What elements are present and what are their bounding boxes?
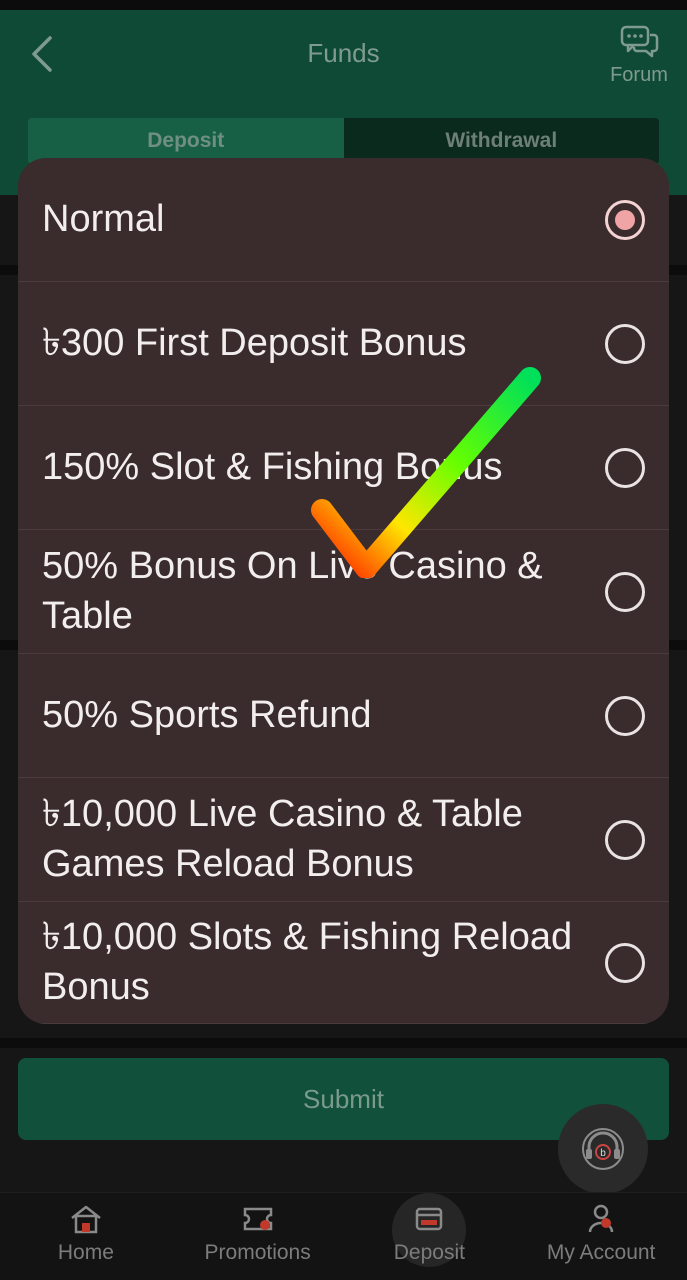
promotion-option-label: Normal: [42, 197, 165, 240]
funds-page: Funds Forum Deposit Withdrawal Submit b …: [0, 0, 687, 1280]
radio-dot: [615, 209, 635, 230]
promotion-option[interactable]: 50% Bonus On Live Casino & Table: [18, 530, 669, 654]
nav-my-account[interactable]: My Account: [515, 1193, 687, 1280]
radio-button[interactable]: [605, 942, 645, 983]
promotion-option[interactable]: ৳10,000 Slots & Fishing Reload Bonus: [18, 902, 669, 1024]
promotion-option-label: 150% Slot & Fishing Bonus: [42, 445, 503, 488]
promotion-option-label: ৳10,000 Live Casino & Table Games Reload…: [42, 793, 523, 885]
radio-button[interactable]: [605, 447, 645, 488]
nav-deposit[interactable]: Deposit: [344, 1193, 516, 1280]
nav-promotions-label: Promotions: [204, 1241, 311, 1264]
user-icon: [588, 1204, 614, 1233]
forum-label: Forum: [610, 64, 668, 86]
home-icon: [71, 1205, 101, 1234]
radio-button-selected[interactable]: [605, 199, 645, 240]
promotion-option[interactable]: ৳10,000 Live Casino & Table Games Reload…: [18, 778, 669, 902]
ticket-icon: [243, 1207, 272, 1231]
forum-button[interactable]: Forum: [605, 24, 673, 96]
nav-my-account-label: My Account: [546, 1241, 656, 1264]
promotion-select-modal: Normal ৳300 First Deposit Bonus 150% Slo…: [18, 158, 669, 1024]
radio-button[interactable]: [605, 323, 645, 364]
promotion-option-label: ৳10,000 Slots & Fishing Reload Bonus: [42, 916, 573, 1008]
bottom-nav: Home Promotions Deposit My Account: [0, 1192, 687, 1280]
radio-button[interactable]: [605, 695, 645, 736]
nav-promotions[interactable]: Promotions: [172, 1193, 344, 1280]
status-bar: [0, 0, 687, 10]
divider: [0, 1038, 687, 1048]
radio-button[interactable]: [605, 819, 645, 860]
promotion-option-label: ৳300 First Deposit Bonus: [42, 321, 467, 364]
promotion-option-label: 50% Bonus On Live Casino & Table: [42, 545, 543, 637]
nav-deposit-label: Deposit: [393, 1241, 465, 1264]
chat-bubbles-icon: [620, 25, 659, 58]
promotion-option[interactable]: 50% Sports Refund: [18, 654, 669, 778]
nav-home-label: Home: [57, 1241, 114, 1264]
live-support-button[interactable]: b: [558, 1104, 648, 1194]
promotion-option-label: 50% Sports Refund: [42, 693, 372, 736]
promotion-option[interactable]: Normal: [18, 158, 669, 282]
nav-home[interactable]: Home: [0, 1193, 172, 1280]
headset-icon: b: [582, 1128, 624, 1170]
svg-text:b: b: [600, 1148, 606, 1159]
wallet-icon: [416, 1207, 443, 1231]
promotion-option[interactable]: ৳300 First Deposit Bonus: [18, 282, 669, 406]
radio-button[interactable]: [605, 571, 645, 612]
promotion-option[interactable]: 150% Slot & Fishing Bonus: [18, 406, 669, 530]
page-title: Funds: [307, 38, 380, 68]
